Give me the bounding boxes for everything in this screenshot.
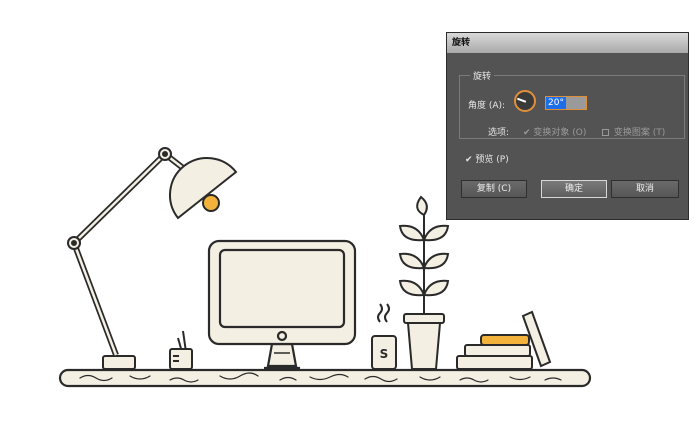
transform-objects-checkbox[interactable]: ✔ 变换对象 (O)	[523, 125, 586, 138]
cancel-button[interactable]: 取消	[611, 180, 679, 198]
rotate-group: 旋转 角度 (A): 20° 选项: ✔ 变换对象 (O) 变换图案 (T)	[459, 69, 685, 139]
preview-checkbox[interactable]: ✔ 预览 (P)	[465, 152, 509, 165]
preview-label: 预览 (P)	[475, 155, 509, 165]
rotate-group-title: 旋转	[470, 69, 495, 82]
dialog-title: 旋转	[452, 38, 471, 48]
unchecked-box-icon	[602, 129, 609, 136]
angle-input[interactable]: 20°	[545, 96, 587, 110]
transform-objects-label: 变换对象 (O)	[533, 128, 587, 138]
angle-label: 角度 (A):	[468, 101, 506, 111]
angle-value: 20°	[546, 97, 566, 109]
rotate-dialog: 旋转 旋转 角度 (A): 20° 选项: ✔ 变换对象 (O) 变换图案 (T…	[446, 32, 689, 220]
copy-button[interactable]: 复制 (C)	[461, 180, 527, 198]
desk-shelf	[58, 368, 592, 388]
potted-plant	[398, 195, 450, 370]
ok-button[interactable]: 确定	[541, 180, 607, 198]
angle-dial[interactable]	[514, 90, 536, 112]
transform-patterns-checkbox[interactable]: 变换图案 (T)	[602, 125, 665, 138]
checkmark-icon: ✔	[523, 128, 531, 138]
mug-letter: S	[380, 347, 389, 361]
dial-needle-icon	[517, 98, 527, 103]
pencil-cup	[169, 330, 193, 370]
dialog-titlebar[interactable]: 旋转	[447, 33, 688, 53]
options-label: 选项:	[488, 128, 510, 138]
book-stack	[456, 310, 552, 370]
transform-patterns-label: 变换图案 (T)	[613, 128, 666, 138]
checkmark-icon: ✔	[465, 155, 473, 165]
monitor	[207, 239, 357, 370]
